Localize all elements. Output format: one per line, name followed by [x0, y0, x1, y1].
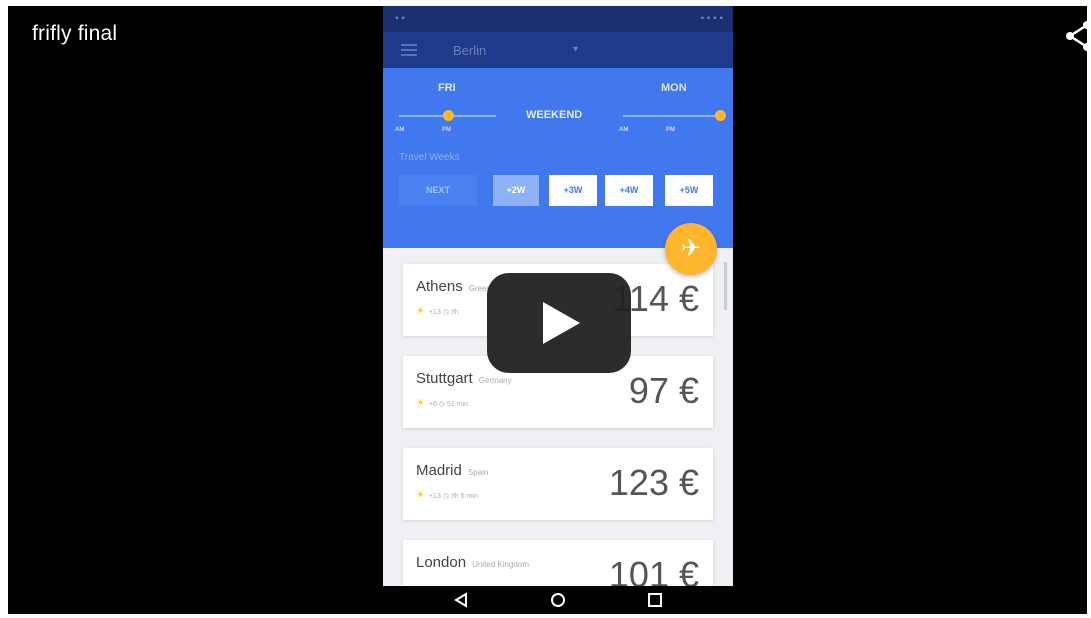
result-country: United Kingdom	[472, 560, 529, 569]
departure-tick-am: AM	[395, 127, 405, 133]
week-chip-4w[interactable]: +4W	[605, 175, 653, 206]
departure-tick-pm: PM	[442, 127, 451, 133]
result-price: 101 €	[608, 554, 699, 586]
status-icons-left: ▪ ▪	[395, 13, 405, 24]
result-city: London United Kingdom	[416, 554, 529, 571]
result-country: Spain	[467, 468, 489, 477]
clock-icon: ◷	[438, 401, 446, 408]
weekend-label: WEEKEND	[526, 109, 583, 121]
week-chip-next[interactable]: NEXT	[399, 175, 477, 206]
result-card-london[interactable]: London United Kingdom 101 €	[403, 540, 713, 586]
recents-icon[interactable]	[645, 591, 665, 609]
video-title[interactable]: frifly final	[32, 22, 117, 46]
week-chip-5w[interactable]: +5W	[665, 175, 713, 206]
status-icons-right: ▪ ▪ ▪ ▪	[700, 13, 723, 24]
play-icon	[543, 302, 580, 344]
week-chip-3w[interactable]: +3W	[549, 175, 597, 206]
week-chip-2w[interactable]: +2W	[493, 175, 539, 206]
chevron-down-icon[interactable]: ▾	[573, 44, 578, 55]
result-temp: +13	[428, 493, 441, 500]
home-icon[interactable]	[548, 591, 568, 609]
menu-icon[interactable]	[401, 44, 417, 56]
video-player[interactable]: frifly final ▪ ▪ ▪ ▪ ▪ ▪ Berlin ▾ FRI AM…	[8, 6, 1087, 614]
sun-icon: ☀	[416, 398, 425, 409]
return-slider-knob[interactable]	[715, 110, 726, 121]
result-price: 123 €	[608, 462, 699, 503]
scrollbar-thumb[interactable]	[724, 262, 727, 310]
result-city: Madrid Spain	[416, 462, 489, 479]
departure-slider-knob[interactable]	[443, 110, 454, 121]
play-button[interactable]	[487, 273, 631, 373]
status-bar: ▪ ▪ ▪ ▪ ▪ ▪	[383, 6, 733, 32]
result-meta: ☀ +13 ◷ 3h 6 min	[416, 490, 478, 501]
result-duration: 3h 6 min	[450, 493, 478, 500]
origin-city[interactable]: Berlin	[453, 43, 486, 58]
result-country: Germany	[478, 376, 512, 385]
return-tick-am: AM	[619, 127, 629, 133]
result-price: 97 €	[628, 370, 699, 411]
result-temp: +6	[428, 401, 437, 408]
result-meta: ☀ +6 ◷ 51 min	[416, 398, 468, 409]
return-day-label: MON	[661, 82, 687, 94]
result-city: Stuttgart Germany	[416, 370, 512, 387]
clock-icon: ◷	[442, 493, 449, 500]
filter-panel: FRI AM PM WEEKEND MON AM PM Travel Weeks…	[383, 68, 733, 248]
return-tick-pm: PM	[666, 127, 675, 133]
return-slider[interactable]	[623, 115, 720, 117]
share-icon[interactable]	[1063, 18, 1087, 54]
departure-day-label: FRI	[438, 82, 456, 94]
android-nav-bar	[383, 586, 733, 614]
result-meta: ☀ +13 ◷ 3h	[416, 306, 459, 317]
airplane-icon[interactable]: ✈	[665, 223, 717, 275]
result-card-madrid[interactable]: Madrid Spain ☀ +13 ◷ 3h 6 min 123 €	[403, 448, 713, 520]
sun-icon: ☀	[416, 306, 425, 317]
app-bar: Berlin ▾	[383, 32, 733, 68]
sun-icon: ☀	[416, 490, 425, 501]
clock-icon: ◷	[442, 309, 449, 316]
result-duration: 51 min	[446, 401, 468, 408]
result-temp: +13	[428, 309, 441, 316]
result-duration: 3h	[450, 309, 459, 316]
travel-weeks-label: Travel Weeks	[399, 152, 460, 163]
back-icon[interactable]	[451, 591, 471, 609]
result-city: Athens Greece	[416, 278, 495, 295]
